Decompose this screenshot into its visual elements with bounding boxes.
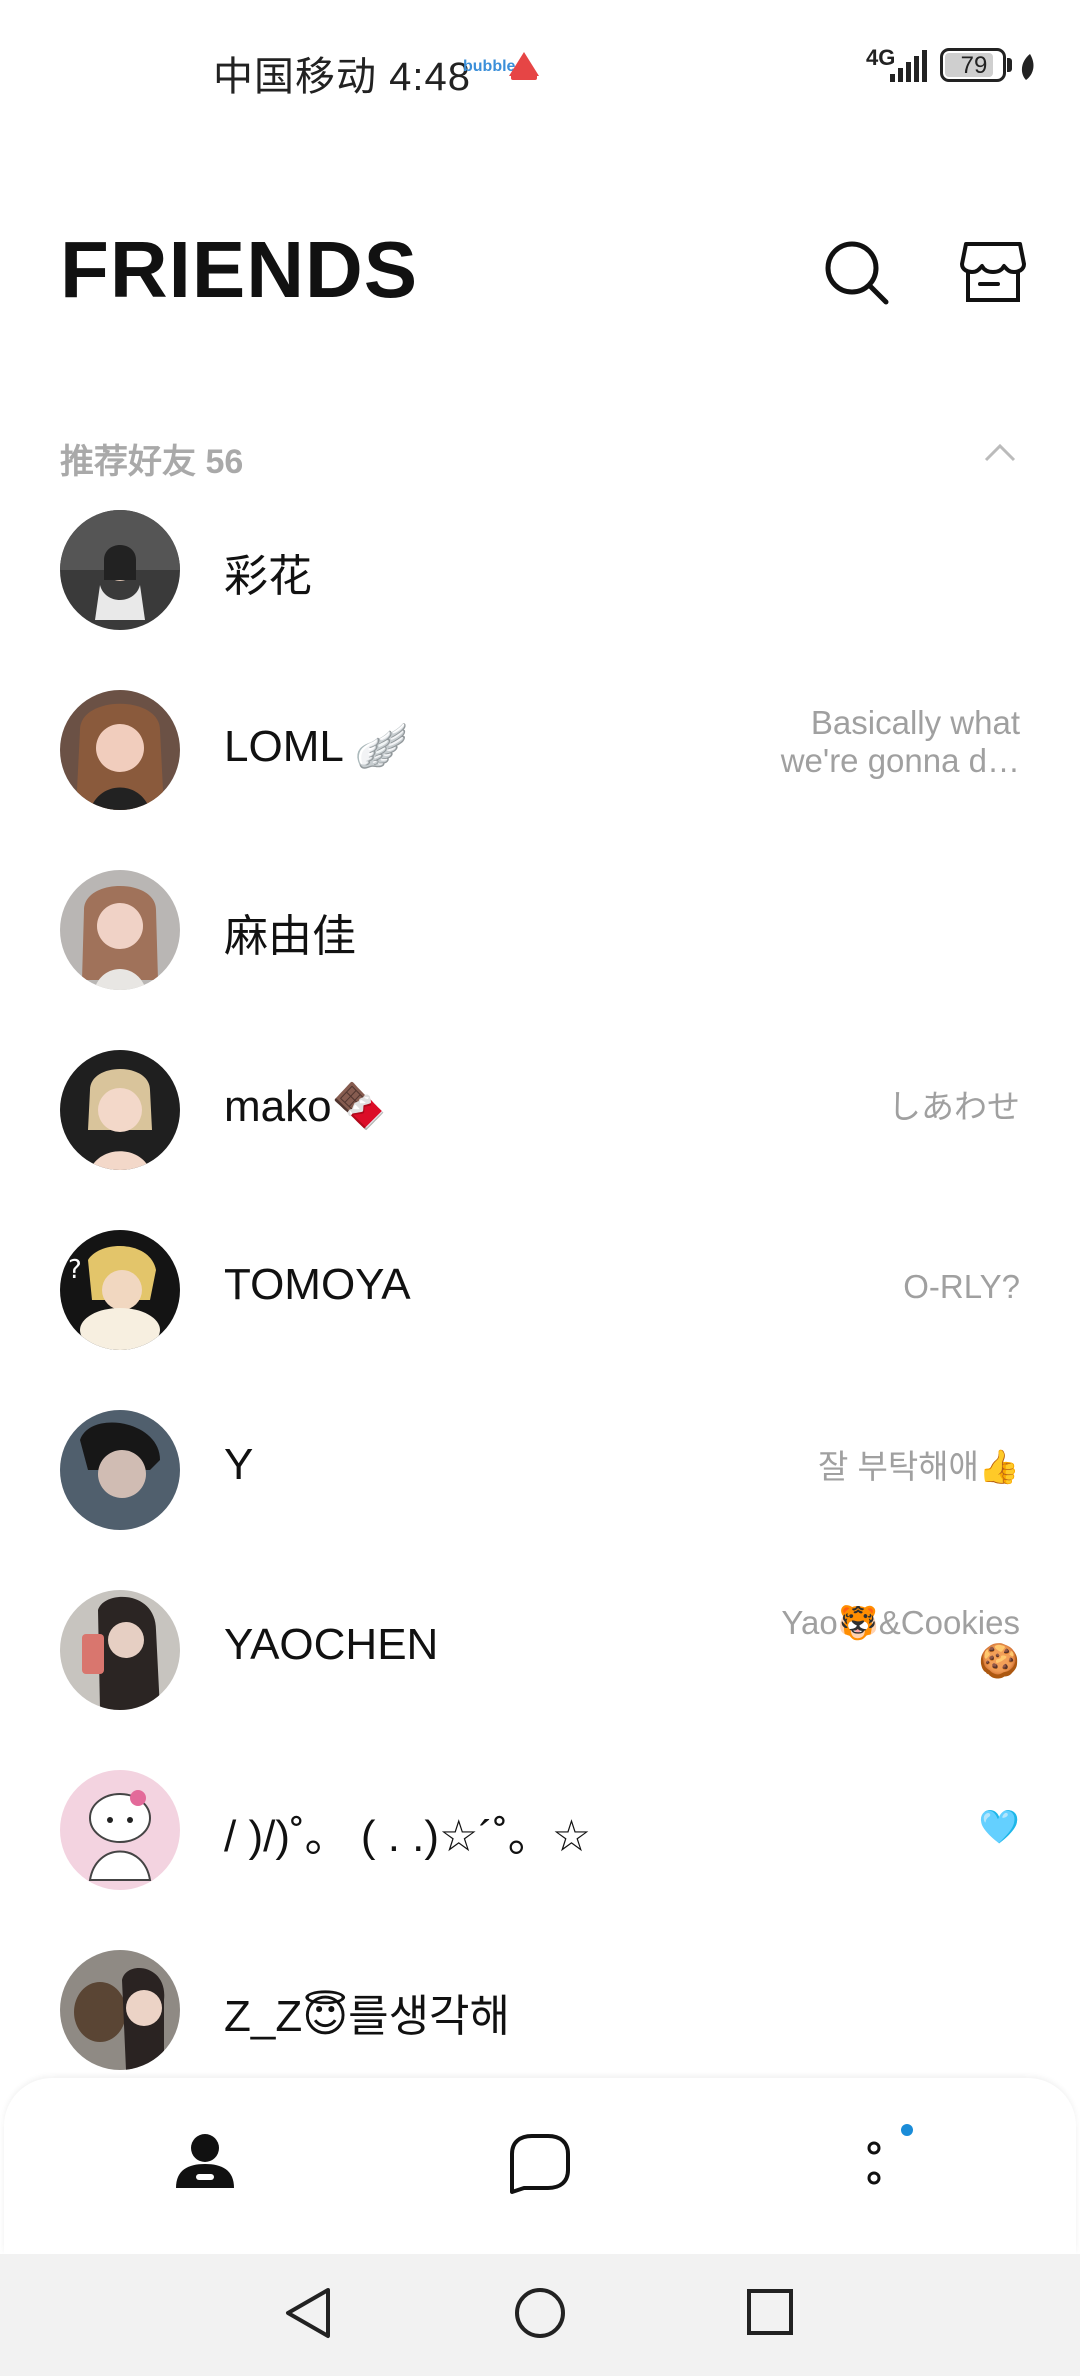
status-bar: 中国移动 4:48 bubble 4G 79 [0, 0, 1080, 140]
avatar[interactable] [60, 1590, 180, 1710]
back-icon [286, 2288, 330, 2338]
page-title: FRIENDS [60, 225, 419, 314]
friend-name: YAOCHEN [224, 1620, 439, 1669]
avatar[interactable] [60, 1410, 180, 1530]
friend-name: 麻由佳 [224, 912, 356, 961]
leaf-icon [1018, 52, 1038, 87]
bottom-navigation [4, 2078, 1076, 2254]
person-icon [176, 2134, 234, 2188]
battery-level: 79 [960, 52, 988, 79]
more-icon [867, 2124, 913, 2185]
nav-friends-tab[interactable] [170, 2128, 240, 2198]
section-title: 推荐好友 56 [60, 443, 244, 481]
list-item[interactable]: LOML 🪽 Basically what we're gonna d… [0, 690, 1080, 870]
home-button[interactable] [511, 2284, 569, 2347]
friend-name: LOML 🪽 [224, 722, 410, 771]
search-button[interactable] [822, 238, 892, 308]
store-button[interactable] [958, 238, 1028, 308]
avatar[interactable] [60, 1950, 180, 2070]
battery-tip [1007, 58, 1012, 72]
status-message: 🩵 [978, 1808, 1020, 1845]
recommended-friends-header[interactable]: 推荐好友 56 [60, 430, 1020, 481]
avatar[interactable] [60, 510, 180, 630]
search-icon [825, 241, 889, 305]
recent-apps-button[interactable] [744, 2286, 798, 2345]
list-item[interactable]: ? TOMOYA O-RLY? [0, 1230, 1080, 1410]
avatar[interactable] [60, 1770, 180, 1890]
chat-bubble-icon [510, 2134, 570, 2194]
friend-name: Z_Z😇를생각해 [224, 1992, 511, 2041]
list-item[interactable]: 彩花 [0, 510, 1080, 690]
list-item[interactable]: 麻由佳 [0, 870, 1080, 1050]
carrier-time: 中国移动 4:48 [213, 55, 471, 99]
nav-more-tab[interactable] [849, 2118, 919, 2208]
status-message: O-RLY? [903, 1268, 1020, 1305]
avatar[interactable] [60, 690, 180, 810]
avatar[interactable] [60, 870, 180, 990]
home-icon [515, 2288, 565, 2338]
status-line: we're gonna d… [780, 742, 1020, 779]
signal-icon [888, 48, 930, 89]
store-icon [960, 242, 1026, 302]
recent-apps-icon [747, 2289, 793, 2335]
friend-name: mako🍫 [224, 1082, 387, 1131]
avatar[interactable] [60, 1050, 180, 1170]
list-item[interactable]: YAOCHEN Yao🐯&Cookies 🍪 [0, 1590, 1080, 1770]
chevron-up-icon[interactable] [980, 438, 1020, 468]
friend-name: / )/)˚。 ( . .)☆´˚。☆ [224, 1812, 592, 1861]
list-item[interactable]: Y 잘 부탁해애👍 [0, 1410, 1080, 1590]
status-message: Yao🐯&Cookies 🍪 [781, 1604, 1020, 1680]
list-item[interactable]: / )/)˚。 ( . .)☆´˚。☆ 🩵 [0, 1770, 1080, 1950]
nav-chats-tab[interactable] [504, 2130, 574, 2200]
avatar[interactable]: ? [60, 1230, 180, 1350]
app-notification-icon [505, 48, 543, 89]
list-item[interactable]: mako🍫 しあわせ [0, 1050, 1080, 1230]
back-button[interactable] [280, 2284, 338, 2347]
svg-text:?: ? [68, 1255, 82, 1285]
status-message: Basically what we're gonna d… [781, 704, 1020, 780]
friend-name: Y [224, 1440, 254, 1489]
status-line: Basically what [810, 704, 1020, 741]
status-message: 잘 부탁해애👍 [817, 1448, 1020, 1485]
friend-name: 彩花 [224, 552, 312, 601]
status-line: 🍪 [978, 1642, 1020, 1679]
battery-icon: 79 [940, 48, 1006, 82]
system-navigation [0, 2254, 1080, 2376]
notification-dot [901, 2124, 913, 2136]
friend-name: TOMOYA [224, 1260, 411, 1309]
status-message: しあわせ [888, 1088, 1020, 1125]
status-line: Yao🐯&Cookies [781, 1604, 1020, 1641]
